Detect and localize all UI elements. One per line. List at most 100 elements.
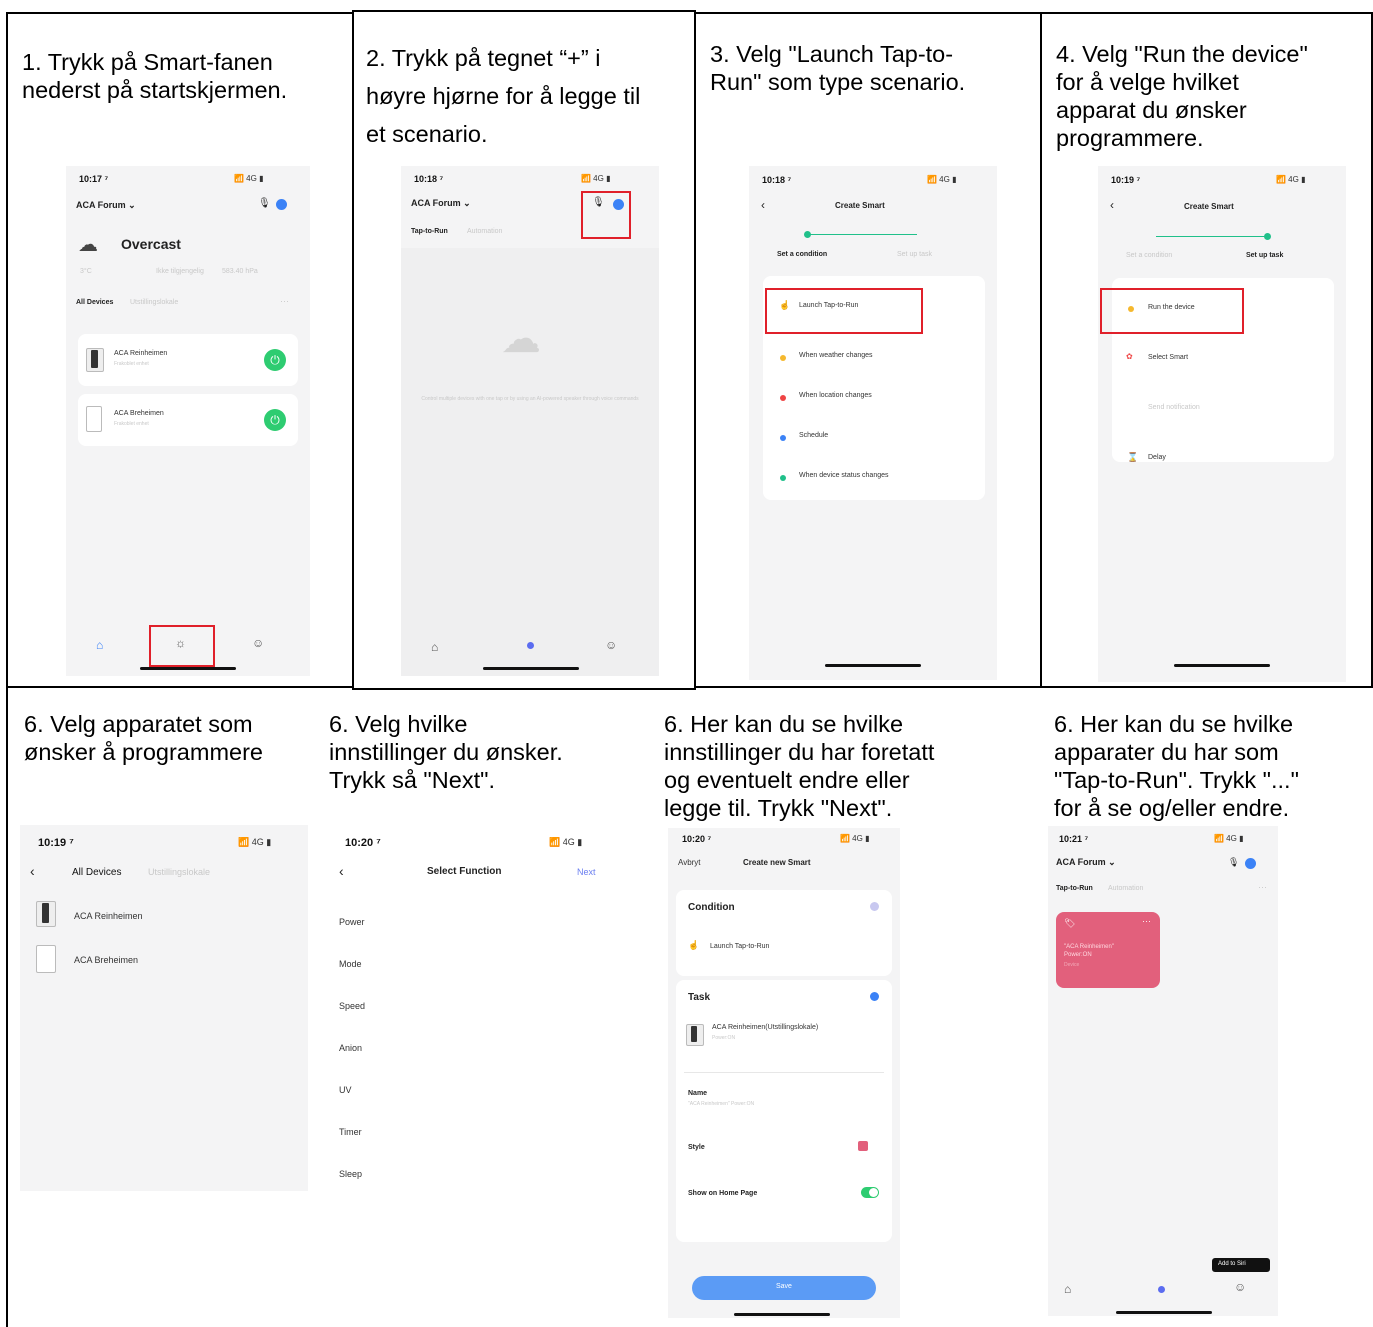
tab-automation[interactable]: Automation [467,228,502,235]
home-icon[interactable]: ⌂ [431,640,438,654]
highlight-smart-tab [149,625,215,667]
add-icon[interactable] [1245,858,1256,869]
function-sleep[interactable]: Sleep [339,1169,362,1179]
status-time: 10:19 ⁷ [38,837,74,849]
progress-dot [804,231,811,238]
device-card-1[interactable]: ACA Reinheimen Frakoblet enhet ⏻ [78,334,298,386]
back-icon[interactable]: ‹ [339,863,344,879]
tag-icon: 🏷 [1064,918,1076,928]
function-speed[interactable]: Speed [339,1001,365,1011]
device-name: ACA Reinheimen [114,350,168,357]
status-signal: 📶 4G ▮ [927,175,957,184]
mic-icon[interactable]: 🎙 [258,198,271,209]
task-item[interactable]: ACA Reinheimen(Utstillingslokale) [712,1024,818,1031]
home-selector[interactable]: ACA Forum ⌄ [1056,857,1116,868]
back-icon[interactable]: ‹ [30,863,35,879]
status-signal: 📶 4G ▮ [238,837,272,847]
function-uv[interactable]: UV [339,1085,352,1095]
tab-all-devices[interactable]: All Devices [76,299,113,306]
step-cell-2: 2. Trykk på tegnet “+” i høyre hjørne fo… [352,10,696,690]
launch-icon: ☝ [688,940,700,950]
screen-title: Create new Smart [743,858,811,867]
empty-state-text: Control multiple devices with one tap or… [421,396,639,402]
show-on-home-label: Show on Home Page [688,1190,758,1197]
profile-icon[interactable]: ☺ [605,638,617,652]
screen-title: Create Smart [1184,202,1234,211]
function-timer[interactable]: Timer [339,1127,362,1137]
status-time: 10:20 ⁷ [682,834,712,844]
tab-tap-to-run[interactable]: Tap-to-Run [411,228,448,235]
more-icon[interactable]: ··· [280,296,289,306]
back-icon[interactable]: ‹ [1110,198,1114,212]
back-icon[interactable]: ‹ [761,198,765,212]
step-4-text: 4. Velg "Run the device" for å velge hvi… [1056,41,1308,151]
smart-icon[interactable] [1158,1286,1165,1293]
option-weather[interactable]: When weather changes [799,352,873,359]
add-task-icon[interactable] [870,992,879,1001]
home-icon[interactable]: ⌂ [96,638,103,652]
device-item-breheimen[interactable]: ACA Breheimen [74,955,138,965]
add-icon[interactable] [276,199,287,210]
progress-line [807,234,917,235]
cancel-button[interactable]: Avbryt [678,858,701,867]
show-on-home-toggle[interactable] [861,1187,879,1198]
empty-state-illustration-icon: ☁ [501,317,541,361]
card-line-2: Power:ON [1064,952,1092,958]
tab-tap-to-run[interactable]: Tap-to-Run [1056,885,1093,892]
step-label-task: Set up task [1246,252,1284,259]
option-device-status[interactable]: When device status changes [799,472,889,479]
device-image-detail [91,350,98,368]
add-condition-icon[interactable] [870,902,879,911]
option-location[interactable]: When location changes [799,392,872,399]
add-to-siri-button[interactable]: Add to Siri [1212,1258,1270,1272]
step-cell-4: 4. Velg "Run the device" for å velge hvi… [1040,12,1373,688]
device-item-reinheimen[interactable]: ACA Reinheimen [74,911,143,921]
function-power[interactable]: Power [339,917,365,927]
stat-2: Ikke tilgjengelig [156,268,204,275]
card-more-icon[interactable]: ··· [1142,916,1151,926]
more-icon[interactable]: ··· [1258,882,1267,892]
power-button[interactable]: ⏻ [264,409,286,431]
next-button[interactable]: Next [577,867,596,877]
option-schedule[interactable]: Schedule [799,432,828,439]
mic-icon[interactable]: 🎙 [1228,857,1239,868]
status-time: 10:18 ⁷ [414,174,444,184]
card-line-1: "ACA Reinheimen" [1064,944,1114,950]
phone-select-function: 10:20 ⁷ 📶 4G ▮ ‹ Select Function Next Po… [327,825,615,1210]
home-icon[interactable]: ⌂ [1064,1282,1071,1296]
status-signal: 📶 4G ▮ [840,834,870,843]
tab-automation[interactable]: Automation [1108,885,1143,892]
function-mode[interactable]: Mode [339,959,362,969]
step-label-condition: Set a condition [1126,252,1173,259]
option-delay[interactable]: Delay [1148,454,1166,461]
smart-icon[interactable] [527,642,534,649]
empty-area [401,248,659,676]
status-signal: 📶 4G ▮ [1214,834,1244,843]
save-button[interactable]: Save [692,1276,876,1300]
phone-create-new-smart: 10:20 ⁷ 📶 4G ▮ Avbryt Create new Smart C… [668,828,900,1318]
name-value[interactable]: "ACA Reinheimen" Power:ON [688,1101,754,1107]
style-swatch[interactable] [858,1141,868,1151]
tab-utstillingslokale[interactable]: Utstillingslokale [130,299,178,306]
highlight-launch-option [765,288,923,334]
status-signal: 📶 4G ▮ [581,174,611,183]
tap-to-run-card[interactable]: 🏷 ··· "ACA Reinheimen" Power:ON Device [1056,912,1160,988]
profile-icon[interactable]: ☺ [1234,1280,1246,1294]
tab-all-devices[interactable]: All Devices [72,867,121,878]
home-selector[interactable]: ACA Forum ⌄ [411,198,471,209]
task-header: Task [688,992,711,1003]
option-select-smart[interactable]: Select Smart [1148,354,1188,361]
option-send-notification[interactable]: Send notification [1148,404,1200,411]
profile-icon[interactable]: ☺ [252,636,264,650]
power-button[interactable]: ⏻ [264,349,286,371]
device-card-2[interactable]: ACA Breheimen Frakoblet enhet ⏻ [78,394,298,446]
home-indicator [140,667,236,670]
condition-item[interactable]: Launch Tap-to-Run [710,943,769,950]
left-border-row2 [6,688,8,1327]
status-time: 10:18 ⁷ [762,175,792,185]
home-indicator [734,1313,830,1316]
tab-utstillingslokale[interactable]: Utstillingslokale [148,867,210,877]
style-label: Style [688,1144,705,1151]
home-selector[interactable]: ACA Forum ⌄ [76,200,136,211]
function-anion[interactable]: Anion [339,1043,362,1053]
